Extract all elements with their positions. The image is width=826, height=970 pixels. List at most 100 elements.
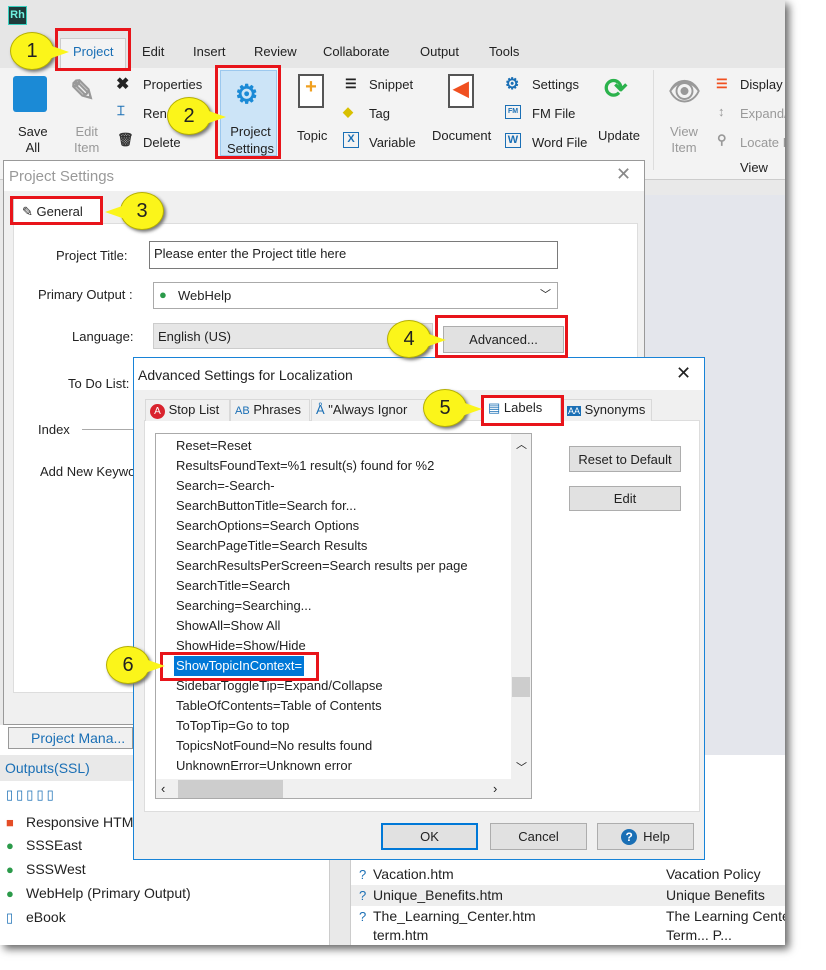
tab-edit[interactable]: Edit (142, 44, 164, 59)
label-list-item[interactable]: Search=-Search- (176, 476, 275, 496)
chevron-down-icon: ﹀ (540, 289, 551, 301)
file-name[interactable]: Unique_Benefits.htm (373, 885, 503, 906)
label-list-item[interactable]: ShowHide=Show/Hide (176, 636, 306, 656)
update-button[interactable]: Update (598, 128, 640, 143)
expand-button[interactable]: Expand/C (740, 106, 785, 121)
scroll-right-icon[interactable]: › (493, 781, 497, 796)
tab-project[interactable]: Project (73, 44, 113, 59)
tab-phrases[interactable]: AB Phrases (230, 399, 310, 421)
file-name[interactable]: Vacation.htm (373, 864, 454, 885)
label-list-item[interactable]: ResultsFoundText=%1 result(s) found for … (176, 456, 434, 476)
tab-tools[interactable]: Tools (489, 44, 519, 59)
tab-collaborate[interactable]: Collaborate (323, 44, 390, 59)
globe-icon: ● (6, 862, 14, 877)
project-title-input[interactable]: Please enter the Project title here (149, 241, 558, 269)
label-list-item[interactable]: TableOfContents=Table of Contents (176, 696, 382, 716)
close-icon[interactable]: ✕ (616, 164, 631, 185)
delete-button[interactable]: Delete (143, 135, 181, 150)
label: Phrases (253, 402, 302, 417)
help-button[interactable]: ? Help (597, 823, 694, 850)
tab-review[interactable]: Review (254, 44, 297, 59)
tab-synonyms[interactable]: AA Synonyms (562, 399, 652, 421)
close-icon[interactable]: ✕ (676, 363, 691, 384)
label-list-item[interactable]: SearchButtonTitle=Search for... (176, 496, 357, 516)
output-item[interactable]: SSSEast (26, 835, 82, 856)
rename-icon: ⌶ (117, 103, 125, 118)
label: Stop List (168, 402, 220, 417)
label-list-item[interactable]: SearchPageTitle=Search Results (176, 536, 367, 556)
save-all-button[interactable]: Save All (18, 124, 48, 156)
view-item-button[interactable]: View Item (670, 124, 698, 156)
dialog-title: Advanced Settings for Localization (138, 367, 353, 383)
vertical-scrollbar[interactable]: ︿ ﹀ (511, 434, 531, 779)
label-list-item[interactable]: SearchTitle=Search (176, 576, 290, 596)
label-list-item[interactable]: SearchResultsPerScreen=Search results pe… (176, 556, 468, 576)
tag-button[interactable]: Tag (369, 106, 390, 121)
document-button[interactable]: Document (432, 128, 491, 143)
snippet-button[interactable]: Snippet (369, 77, 413, 92)
label-list-item[interactable]: ToTopTip=Go to top (176, 716, 289, 736)
topic-button[interactable]: Topic (297, 128, 327, 143)
outputs-title: Outputs(SSL) (5, 760, 90, 776)
reset-to-default-button[interactable]: Reset to Default (569, 446, 681, 472)
globe-icon: ● (6, 838, 14, 853)
edit-button[interactable]: Edit (569, 486, 681, 511)
primary-output-select[interactable]: ● WebHelp ﹀ (153, 282, 558, 309)
advanced-button[interactable]: Advanced... (443, 326, 564, 353)
value: WebHelp (178, 288, 232, 303)
ribbon-tabs: Project Edit Insert Review Collaborate O… (0, 38, 785, 69)
label-list-item[interactable]: Reset=Reset (176, 436, 252, 456)
edit-item-button[interactable]: Edit Item (74, 124, 99, 156)
snippet-icon: ☰ (345, 76, 357, 91)
tab-general[interactable]: ✎ General (13, 198, 103, 224)
scroll-down-icon[interactable]: ﹀ (516, 759, 527, 775)
label-list-item[interactable]: SidebarToggleTip=Expand/Collapse (176, 676, 383, 696)
variable-button[interactable]: Variable (369, 135, 416, 150)
label: Edit (75, 124, 98, 139)
horizontal-scrollbar[interactable]: ‹ › (156, 779, 531, 798)
tab-output[interactable]: Output (420, 44, 459, 59)
tab-always-ignore[interactable]: Å "Always Ignor (311, 399, 431, 421)
variable-icon: X (343, 132, 359, 148)
project-settings-button[interactable]: ⚙ Project Settings (220, 70, 277, 156)
ok-button[interactable]: OK (381, 823, 478, 850)
locate-button[interactable]: Locate It (740, 135, 785, 150)
fm-file-button[interactable]: FM File (532, 106, 575, 121)
ebook-icon: ▯ (6, 910, 14, 925)
label-list-item[interactable]: UnknownError=Unknown error (176, 756, 352, 776)
ignore-icon: Å (316, 402, 325, 417)
display-topic-button[interactable]: Display To (740, 77, 785, 92)
outputs-toolbar-icons[interactable]: ▯▯▯▯▯ (6, 787, 57, 803)
output-item[interactable]: eBook (26, 907, 66, 928)
file-name[interactable]: term.htm (373, 925, 428, 945)
view-item-icon: 👁 (668, 76, 702, 106)
label-list-item[interactable]: TopicsNotFound=No results found (176, 736, 372, 756)
label-list-item[interactable]: ShowTopicInContext= (174, 656, 305, 676)
file-name[interactable]: The_Learning_Center.htm (373, 906, 536, 927)
label-list-item[interactable]: SearchOptions=Search Options (176, 516, 359, 536)
word-file-button[interactable]: Word File (532, 135, 587, 150)
label-list-item[interactable]: Searching=Searching... (176, 596, 312, 616)
tag-icon: ◆ (343, 104, 353, 119)
cancel-button[interactable]: Cancel (490, 823, 587, 850)
labels-list[interactable]: Reset=Reset ResultsFoundText=%1 result(s)… (155, 433, 532, 799)
label: Synonyms (584, 402, 646, 417)
label-list-item[interactable]: ShowAll=Show All (176, 616, 280, 636)
stop-icon: A (150, 404, 165, 419)
settings-button[interactable]: Settings (532, 77, 579, 92)
project-manager-tab[interactable]: Project Mana... (8, 727, 133, 749)
properties-button[interactable]: Properties (143, 77, 202, 92)
tab-insert[interactable]: Insert (193, 44, 226, 59)
scroll-thumb[interactable] (512, 677, 530, 697)
tab-stop-list[interactable]: A Stop List (145, 399, 230, 421)
output-item[interactable]: Responsive HTM (26, 812, 133, 833)
synonyms-icon: AA (567, 406, 582, 416)
output-item[interactable]: SSSWest (26, 859, 86, 880)
scroll-left-icon[interactable]: ‹ (161, 781, 165, 796)
output-item[interactable]: WebHelp (Primary Output) (26, 883, 191, 904)
settings-gear-icon: ⚙ (505, 76, 520, 93)
tab-labels[interactable]: ▤ Labels (483, 397, 561, 422)
scroll-thumb[interactable] (178, 780, 283, 798)
scroll-up-icon[interactable]: ︿ (516, 436, 527, 452)
new-topic-icon: + (298, 74, 324, 108)
